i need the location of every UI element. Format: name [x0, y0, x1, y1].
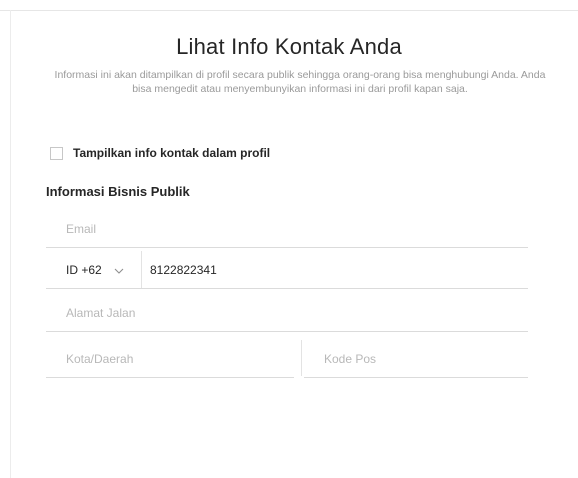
field-separator	[301, 340, 302, 376]
zip-code-field	[304, 340, 528, 378]
street-address-input[interactable]	[66, 305, 528, 320]
street-address-field	[46, 294, 528, 332]
chevron-down-icon	[114, 265, 124, 275]
zip-code-input[interactable]	[324, 351, 528, 366]
show-contact-label: Tampilkan info kontak dalam profil	[73, 146, 271, 160]
show-contact-toggle[interactable]: Tampilkan info kontak dalam profil	[50, 145, 270, 161]
show-contact-checkbox[interactable]	[50, 146, 63, 160]
top-divider	[0, 10, 578, 11]
left-divider	[10, 10, 11, 478]
email-field	[46, 210, 528, 248]
phone-input[interactable]	[150, 262, 528, 277]
phone-field: ID +62	[46, 251, 528, 289]
page-subtitle: Informasi ini akan ditampilkan di profil…	[54, 69, 546, 95]
page-title: Lihat Info Kontak Anda	[176, 34, 402, 59]
phone-input-wrap	[142, 261, 528, 279]
city-input[interactable]	[66, 351, 294, 366]
email-input[interactable]	[66, 221, 528, 236]
contact-info-page: Lihat Info Kontak Anda Informasi ini aka…	[0, 0, 578, 478]
section-title-public-business: Informasi Bisnis Publik	[46, 184, 190, 199]
city-field	[46, 340, 294, 378]
country-code-value: ID +62	[66, 262, 102, 277]
country-code-select[interactable]: ID +62	[46, 251, 142, 288]
